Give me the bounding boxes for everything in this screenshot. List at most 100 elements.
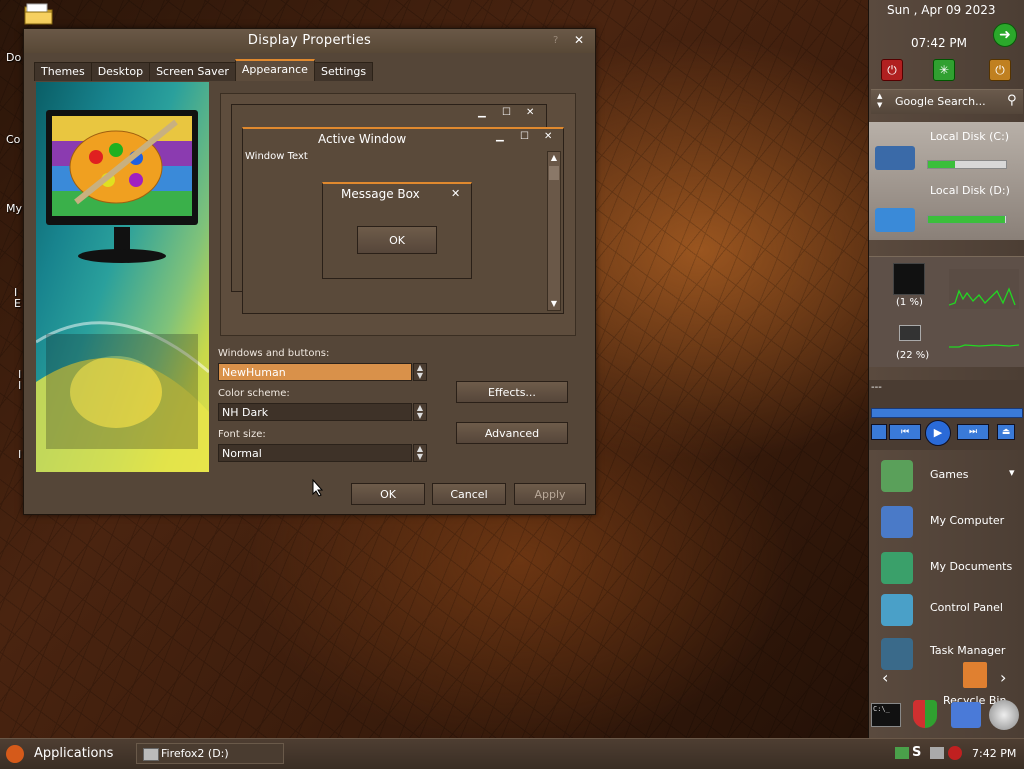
eject-icon[interactable]: ⏏ [997, 424, 1015, 440]
close-icon: ✕ [451, 187, 461, 200]
desktop-icon-label[interactable]: Do [6, 51, 21, 64]
drive-c-label: Local Disk (C:) [930, 130, 1010, 143]
message-box-title: Message Box [341, 187, 420, 201]
sidebar-item-my-computer[interactable]: My Computer [869, 502, 1024, 546]
active-window-title: Active Window [318, 132, 407, 146]
close-icon: ✕ [544, 131, 553, 142]
sidebar-item-control-panel[interactable]: Control Panel [869, 590, 1024, 634]
memory-graph [949, 327, 1020, 357]
desktop-icon-label[interactable]: I [18, 448, 21, 461]
close-icon: ✕ [526, 107, 535, 118]
maximize-icon: ☐ [502, 107, 511, 118]
help-button[interactable]: ? [553, 35, 558, 46]
system-monitor-panel: (1 %) (22 %) [869, 256, 1024, 367]
color-scheme-select[interactable]: NH Dark [218, 403, 412, 421]
taskbar-window-firefox2[interactable]: Firefox2 (D:) [136, 743, 284, 764]
folder-icon[interactable] [24, 2, 54, 26]
apply-button[interactable]: Apply [514, 483, 586, 505]
sidebar-item-games[interactable]: Games ▾ [869, 456, 1024, 500]
dialog-titlebar[interactable]: Display Properties ? ✕ [24, 29, 595, 53]
power-icon[interactable]: ⏻ [881, 59, 903, 81]
tray-network-icon[interactable] [895, 747, 909, 759]
windows-and-buttons-spinner[interactable]: ▲ ▼ [413, 363, 427, 381]
play-icon[interactable]: ▶ [925, 420, 951, 446]
tab-themes[interactable]: Themes [34, 62, 92, 81]
media-progress-bar[interactable] [871, 408, 1023, 418]
sidebar: Sun , Apr 09 2023 07:42 PM ➜ ⏻ ✳ ⏻ ▲ ▼ Go… [868, 0, 1024, 738]
sidebar-item-my-documents[interactable]: My Documents [869, 548, 1024, 592]
cpu-percent: (1 %) [896, 297, 923, 308]
tray-s-icon[interactable]: S [912, 745, 924, 761]
appearance-preview: ▁ ☐ ✕ Active Window ▁ ☐ ✕ Window Text ▲ … [220, 93, 576, 336]
font-size-spinner[interactable]: ▲ ▼ [413, 444, 427, 462]
ok-button[interactable]: OK [351, 483, 425, 505]
cpu-gauge-icon [893, 263, 925, 295]
next-page-arrow-icon[interactable]: › [1000, 668, 1006, 687]
scroll-down-icon: ▼ [550, 299, 558, 308]
search-icon[interactable]: ⚲ [1007, 93, 1017, 108]
close-button[interactable]: ✕ [574, 33, 584, 47]
preview-scrollbar: ▲ ▼ [547, 151, 561, 311]
maximize-icon: ☐ [520, 131, 529, 142]
desktop-icon-label[interactable]: My [6, 202, 22, 215]
search-box[interactable]: ▲ ▼ Google Search... ⚲ [871, 89, 1023, 114]
shield-icon[interactable] [913, 700, 937, 728]
logoff-icon[interactable]: ⏻ [989, 59, 1011, 81]
drive-c-usage-bar [927, 160, 1007, 169]
search-scroll-icon[interactable]: ▲ ▼ [877, 92, 882, 110]
desktop-icon-label[interactable]: E [14, 297, 21, 310]
drive-d-icon[interactable] [875, 208, 915, 232]
font-size-label: Font size: [218, 429, 266, 440]
minimize-icon: ▁ [478, 107, 486, 118]
drive-c-icon[interactable] [875, 146, 915, 170]
rewind-icon[interactable]: ⏮ [889, 424, 921, 440]
color-scheme-label: Color scheme: [218, 388, 290, 399]
recycle-bin-icon[interactable] [963, 662, 987, 688]
mouse-cursor-icon [312, 478, 324, 500]
drive-d-usage-bar [927, 215, 1007, 224]
font-size-select[interactable]: Normal [218, 444, 412, 462]
effects-button[interactable]: Effects... [456, 381, 568, 403]
monitor-palette-icon [36, 110, 209, 472]
sidebar-time: 07:42 PM [911, 36, 967, 50]
network-icon[interactable] [951, 702, 981, 728]
tray-monitor-icon[interactable] [930, 747, 944, 759]
color-scheme-spinner[interactable]: ▲ ▼ [413, 403, 427, 421]
minimize-icon: ▁ [496, 131, 504, 142]
advanced-button[interactable]: Advanced [456, 422, 568, 444]
cancel-button[interactable]: Cancel [432, 483, 506, 505]
tab-strip: Themes Desktop Screen Saver Appearance S… [34, 59, 374, 81]
desktop-icon-label[interactable]: Co [6, 133, 20, 146]
drive-c-usage-fill [928, 161, 956, 168]
ubuntu-logo-icon [6, 745, 24, 763]
desktop-icon-label[interactable]: I [18, 379, 21, 392]
next-arrow-icon[interactable]: ➜ [993, 23, 1017, 47]
search-input[interactable]: Google Search... [895, 95, 986, 108]
chevron-down-icon[interactable]: ▾ [1009, 466, 1015, 479]
memory-chip-icon [899, 325, 921, 341]
computer-icon [881, 506, 913, 538]
display-properties-dialog: Display Properties ? ✕ Themes Desktop Sc… [23, 28, 596, 515]
tab-screen-saver[interactable]: Screen Saver [149, 62, 236, 81]
sidebar-item-label: My Documents [930, 560, 1013, 573]
games-icon [881, 460, 913, 492]
tray-shield-icon[interactable] [948, 746, 962, 760]
tab-desktop[interactable]: Desktop [90, 62, 151, 81]
speaker-icon[interactable] [989, 700, 1019, 730]
memory-percent: (22 %) [896, 350, 930, 361]
tab-settings[interactable]: Settings [313, 62, 374, 81]
windows-and-buttons-select[interactable]: NewHuman [218, 363, 412, 381]
drive-icon [143, 748, 159, 761]
terminal-icon[interactable]: C:\_ [871, 703, 901, 727]
drive-panel: Local Disk (C:) Local Disk (D:) [869, 122, 1024, 240]
scroll-up-icon: ▲ [550, 153, 558, 162]
dialog-title: Display Properties [247, 33, 372, 48]
previous-arrow-icon[interactable]: ‹ [882, 668, 888, 687]
tray-clock[interactable]: 7:42 PM [972, 747, 1016, 760]
message-box-ok-button: OK [357, 226, 437, 254]
tab-appearance[interactable]: Appearance [234, 59, 315, 81]
stop-icon[interactable] [871, 424, 887, 440]
sidebar-item-label: Task Manager [930, 644, 1006, 657]
fast-forward-icon[interactable]: ⏭ [957, 424, 989, 440]
restart-icon[interactable]: ✳ [933, 59, 955, 81]
